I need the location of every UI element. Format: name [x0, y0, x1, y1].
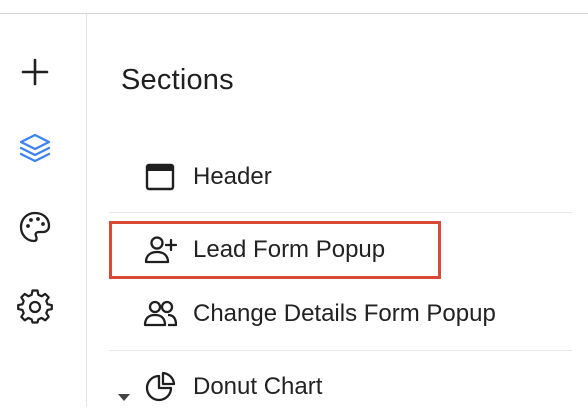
- highlight-box: [109, 221, 441, 279]
- section-item-label: Donut Chart: [193, 373, 323, 400]
- section-item-label: Change Details Form Popup: [193, 300, 496, 327]
- plus-icon: [21, 58, 49, 86]
- section-item-header[interactable]: Header: [109, 151, 572, 203]
- section-item-label: Header: [193, 163, 272, 190]
- palette-icon: [19, 211, 51, 243]
- sidebar-rail: [0, 14, 87, 406]
- browser-window-icon: [139, 160, 181, 194]
- divider: [109, 212, 572, 213]
- sections-button[interactable]: [15, 128, 55, 168]
- pie-chart-icon: [139, 370, 181, 404]
- settings-button[interactable]: [15, 287, 55, 327]
- add-button[interactable]: [15, 52, 55, 92]
- divider: [109, 350, 572, 351]
- gear-icon: [17, 289, 53, 324]
- section-item-donut-chart[interactable]: Donut Chart: [109, 361, 572, 413]
- section-item-change-details-form-popup[interactable]: Change Details Form Popup: [109, 288, 572, 340]
- theme-button[interactable]: [15, 207, 55, 247]
- sections-panel: Sections Header Lead Form Popup Change D…: [87, 14, 588, 406]
- users-icon: [139, 297, 181, 331]
- panel-title: Sections: [121, 64, 234, 96]
- layers-icon: [19, 133, 51, 163]
